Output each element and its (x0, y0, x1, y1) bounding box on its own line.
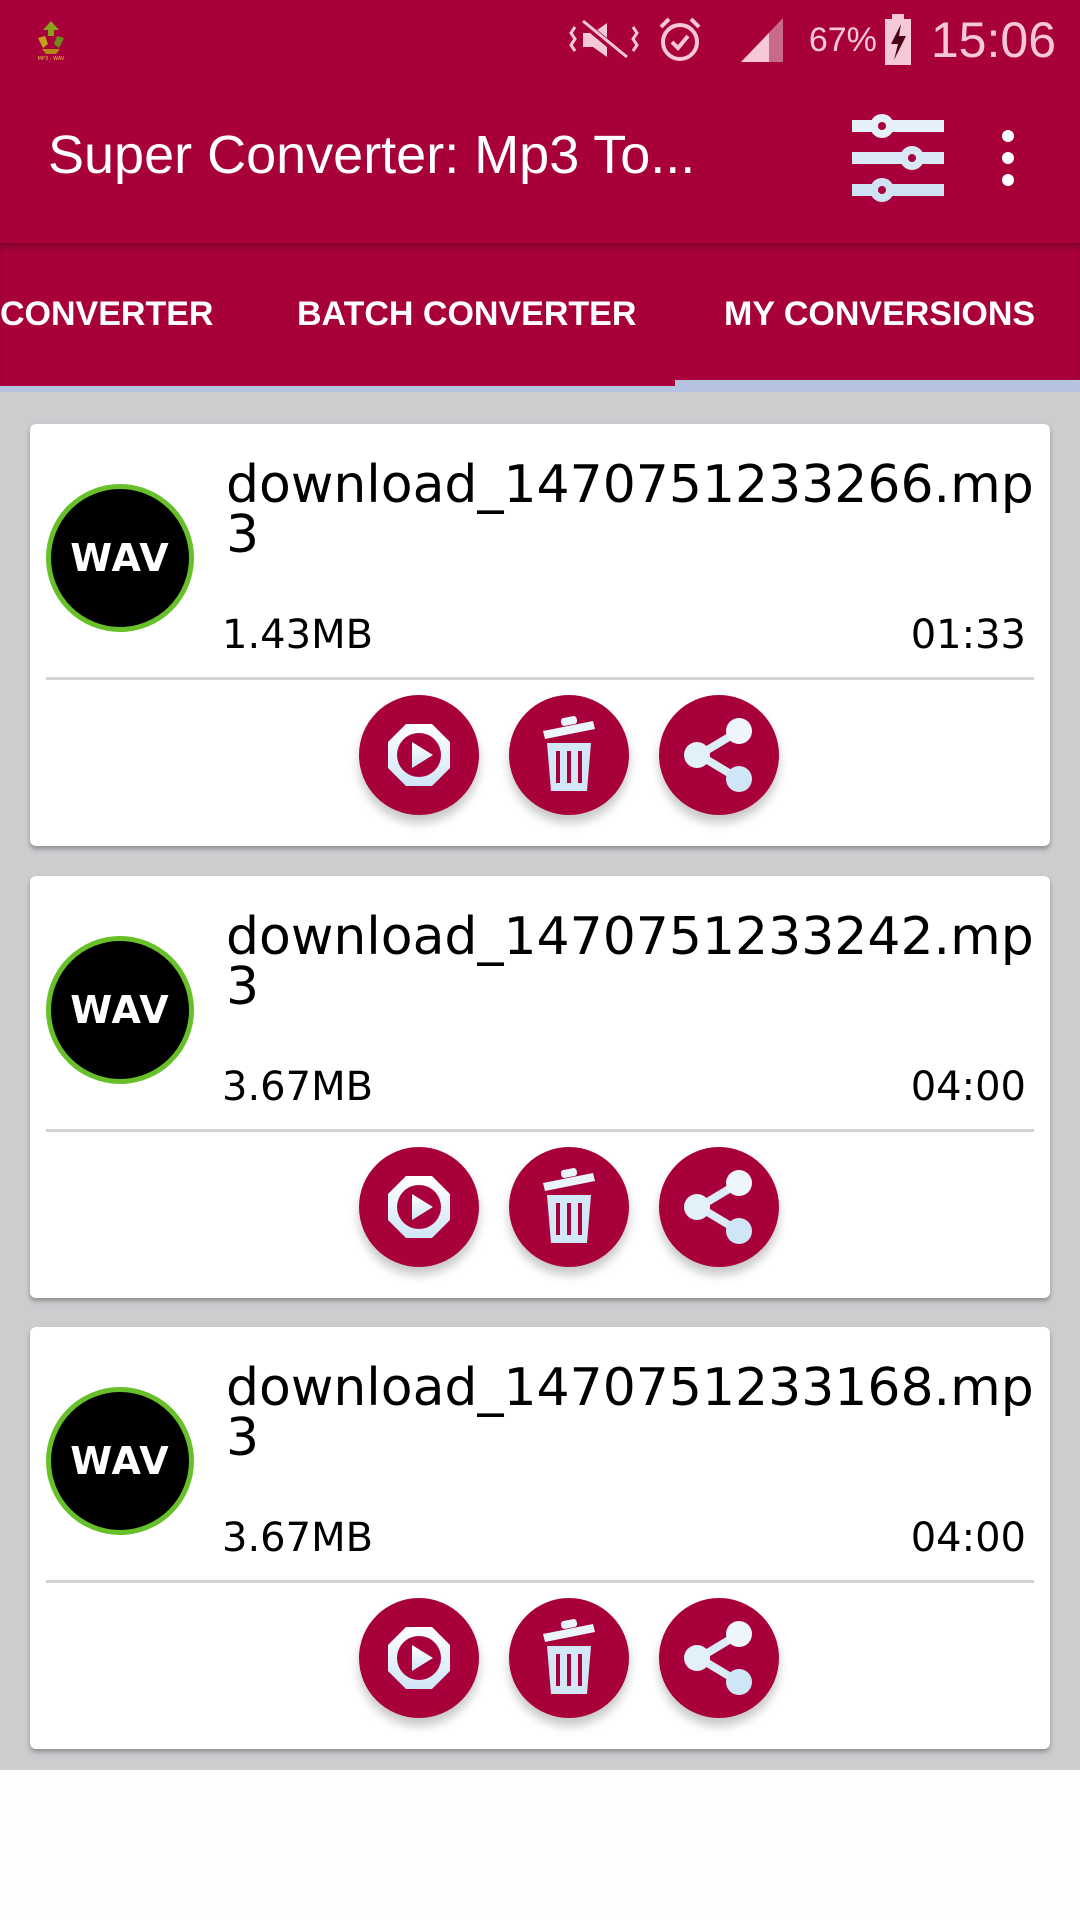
vibrate-mute-icon (569, 17, 639, 63)
file-size: 3.67MB (222, 1064, 374, 1110)
battery-charging-icon (883, 14, 913, 66)
share-icon (684, 718, 752, 792)
trash-icon (543, 716, 595, 791)
tune-sliders-icon[interactable] (848, 110, 948, 206)
format-badge: WAV (46, 484, 194, 632)
play-button[interactable] (359, 1598, 479, 1718)
delete-button[interactable] (509, 1147, 629, 1267)
svg-text:MP3 - WAV: MP3 - WAV (38, 56, 65, 62)
play-button[interactable] (359, 695, 479, 815)
share-button[interactable] (659, 1147, 779, 1267)
card-divider (46, 1580, 1034, 1583)
conversion-card[interactable]: WAV download_1470751233242.mp3 3.67MB 04… (30, 876, 1050, 1298)
file-name: download_1470751233266.mp3 (226, 455, 1034, 565)
file-duration: 01:33 (910, 612, 1026, 658)
share-button[interactable] (659, 1598, 779, 1718)
status-clock: 15:06 (930, 12, 1056, 68)
tab-batch-converter[interactable]: BATCH CONVERTER (297, 243, 636, 386)
tab-bar: CONVERTER BATCH CONVERTER MY CONVERSIONS (0, 243, 1080, 393)
delete-button[interactable] (509, 1598, 629, 1718)
alarm-icon (657, 15, 703, 65)
battery-percent: 67% (808, 20, 877, 59)
conversion-card[interactable]: WAV download_1470751233266.mp3 1.43MB 01… (30, 424, 1050, 846)
format-label: WAV (70, 1439, 170, 1483)
file-name: download_1470751233168.mp3 (226, 1358, 1034, 1468)
tab-converter[interactable]: CONVERTER (0, 243, 213, 386)
card-actions (30, 695, 1050, 817)
file-size: 3.67MB (222, 1515, 374, 1561)
format-label: WAV (70, 536, 170, 580)
app-bar: MP3 - WAV 67% 15:06 Super Converter: Mp3… (0, 0, 1080, 243)
share-icon (684, 1621, 752, 1695)
card-divider (46, 1129, 1034, 1132)
delete-button[interactable] (509, 695, 629, 815)
file-name: download_1470751233242.mp3 (226, 907, 1034, 1017)
trash-icon (543, 1619, 595, 1694)
signal-icon (739, 16, 785, 64)
format-badge: WAV (46, 1387, 194, 1535)
card-actions (30, 1598, 1050, 1720)
card-divider (46, 677, 1034, 680)
play-icon (388, 1176, 450, 1238)
empty-area (0, 1770, 1080, 1920)
file-size: 1.43MB (222, 612, 374, 658)
play-icon (388, 1627, 450, 1689)
play-button[interactable] (359, 1147, 479, 1267)
card-actions (30, 1147, 1050, 1269)
toolbar-title: Super Converter: Mp3 To... (48, 125, 696, 185)
more-vert-icon[interactable] (990, 128, 1026, 188)
format-badge: WAV (46, 936, 194, 1084)
play-icon (388, 724, 450, 786)
file-duration: 04:00 (910, 1515, 1026, 1561)
share-icon (684, 1170, 752, 1244)
recycle-app-icon: MP3 - WAV (38, 21, 65, 62)
format-label: WAV (70, 988, 170, 1032)
status-bar: MP3 - WAV 67% 15:06 (0, 0, 1080, 80)
trash-icon (543, 1168, 595, 1243)
conversion-card[interactable]: WAV download_1470751233168.mp3 3.67MB 04… (30, 1327, 1050, 1749)
tab-my-conversions[interactable]: MY CONVERSIONS (724, 243, 1035, 386)
file-duration: 04:00 (910, 1064, 1026, 1110)
share-button[interactable] (659, 695, 779, 815)
status-icons: 67% 15:06 (551, 8, 1056, 72)
